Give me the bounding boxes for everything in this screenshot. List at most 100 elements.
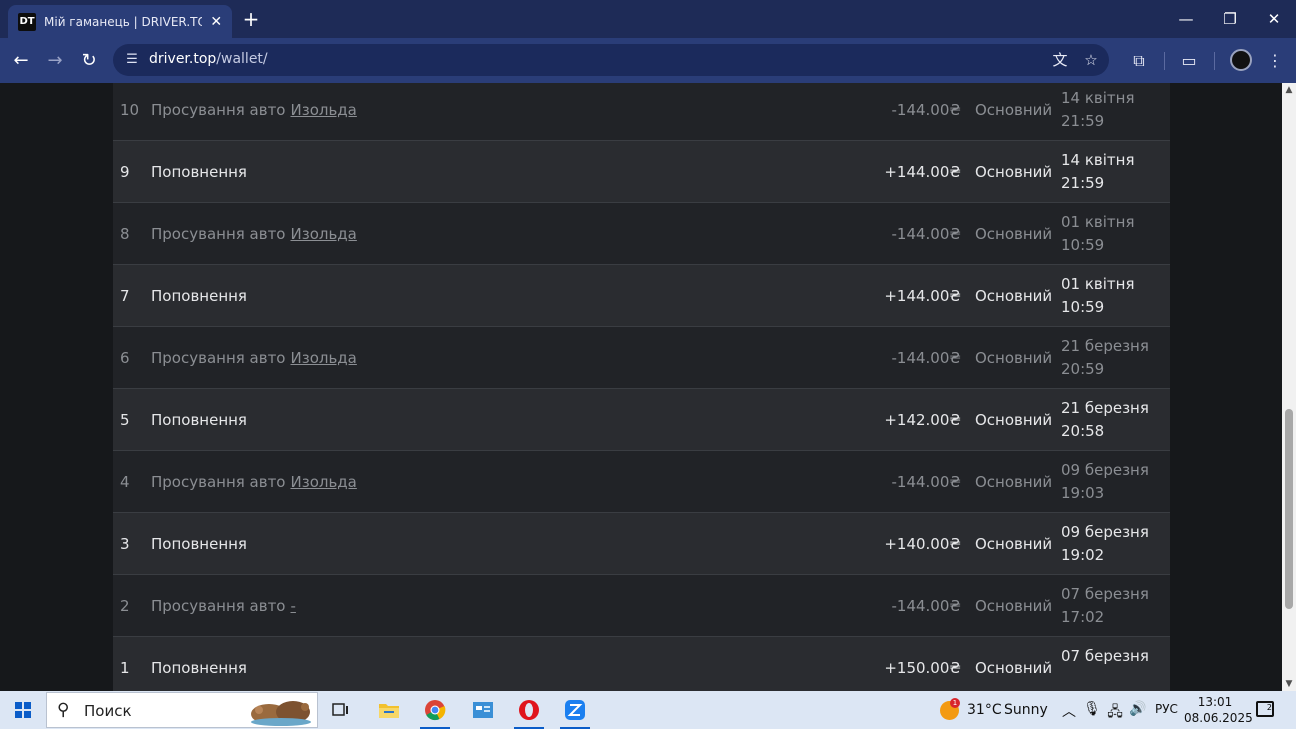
transaction-amount: +144.00₴: [884, 162, 961, 181]
transaction-date: 09 березня 19:02: [1061, 513, 1166, 574]
scroll-down-arrow-icon[interactable]: ▼: [1282, 677, 1296, 691]
transaction-date-time: 10:59: [1061, 298, 1105, 316]
extensions-icon[interactable]: ⧉: [1128, 50, 1150, 72]
windows-logo-icon: [15, 702, 31, 718]
minimize-button[interactable]: —: [1164, 0, 1208, 38]
transaction-date-time: 20:59: [1061, 360, 1105, 378]
transaction-amount: -144.00₴: [891, 348, 961, 367]
transaction-type: Поповнення: [151, 410, 247, 429]
transaction-type: Просування авто: [151, 224, 286, 243]
wallet-page: 07:4410Просування автоИзольда-144.00₴Осн…: [0, 83, 1282, 691]
toolbar-divider: [1214, 52, 1215, 70]
url-text[interactable]: driver.top/wallet/: [149, 51, 268, 67]
transaction-car-link[interactable]: Изольда: [291, 473, 357, 491]
transaction-row: 9 Поповнення +144.00₴ Основний 14 квітня 21:5…: [113, 141, 1170, 203]
forward-button[interactable]: →: [42, 47, 68, 73]
transaction-row: 4 Просування авто Изольда -144.00₴ Основний 0…: [113, 451, 1170, 513]
transaction-amount: -144.00₴: [891, 596, 961, 615]
transaction-description: Поповнення: [151, 141, 711, 202]
task-view-button[interactable]: [318, 691, 364, 729]
transaction-date-time: 10:59: [1061, 236, 1105, 254]
transaction-date-day: 14 квітня: [1061, 151, 1135, 169]
transaction-amount: +140.00₴: [884, 534, 961, 553]
browser-tab-bar: DT Мій гаманець | DRIVER.TOP - У ✕ + — ❐…: [0, 0, 1296, 38]
chrome-button[interactable]: [412, 691, 458, 729]
network-icon[interactable]: 🖧: [1106, 701, 1124, 725]
transaction-date-day: 09 березня: [1061, 523, 1149, 541]
transaction-amount: -144.00₴: [891, 472, 961, 491]
notifications-icon[interactable]: 2: [1256, 701, 1274, 717]
transaction-type: Поповнення: [151, 658, 247, 677]
transaction-type: Просування авто: [151, 472, 286, 491]
toolbar-divider: [1164, 52, 1165, 70]
translate-icon[interactable]: 文: [1050, 50, 1070, 70]
bookmark-star-icon[interactable]: ☆: [1081, 50, 1101, 70]
transaction-number: 9: [120, 162, 130, 181]
weather-text[interactable]: Sunny: [1004, 702, 1048, 718]
scrollbar-thumb[interactable]: [1285, 409, 1293, 609]
transaction-number: 6: [120, 348, 130, 367]
tab-search-icon[interactable]: ▭: [1178, 50, 1200, 72]
taskbar-search-box[interactable]: ⚲ Поиск: [46, 692, 318, 728]
site-info-icon[interactable]: ☰: [123, 51, 141, 69]
transaction-date-time: 17:02: [1061, 608, 1105, 626]
store-app-button[interactable]: [460, 691, 506, 729]
transaction-car-link[interactable]: -: [291, 597, 296, 615]
transaction-description: Поповнення: [151, 389, 711, 450]
start-button[interactable]: [0, 691, 46, 729]
transaction-type: Просування авто: [151, 348, 286, 367]
transaction-number: 1: [120, 658, 130, 677]
clock-time: 13:01: [1197, 695, 1233, 709]
transaction-date: 09 березня 19:03: [1061, 451, 1166, 512]
transaction-account: Основний: [975, 472, 1053, 491]
url-host: driver.top: [149, 51, 217, 67]
input-language[interactable]: РУС: [1155, 702, 1178, 716]
opera-icon: [519, 700, 539, 720]
reload-button[interactable]: ↻: [76, 47, 102, 73]
search-icon: ⚲: [57, 700, 70, 720]
transaction-date-day: 07 березня: [1061, 585, 1149, 603]
clock-date: 08.06.2025: [1184, 711, 1253, 725]
new-tab-button[interactable]: +: [240, 8, 262, 30]
maximize-button[interactable]: ❐: [1208, 0, 1252, 38]
tab-close-icon[interactable]: ✕: [208, 14, 224, 30]
profile-avatar[interactable]: [1230, 49, 1252, 71]
zoom-app-button[interactable]: [552, 691, 598, 729]
windows-taskbar: ⚲ Поиск 1 31°C Sunny ︿ 🎙 🖧 🔊 РУС 13:01 0…: [0, 691, 1296, 729]
file-explorer-button[interactable]: [366, 691, 412, 729]
taskbar-clock[interactable]: 13:01 08.06.2025: [1184, 694, 1253, 726]
transaction-car-link[interactable]: Изольда: [291, 101, 357, 119]
transaction-account: Основний: [975, 410, 1053, 429]
address-bar[interactable]: ☰ driver.top/wallet/ 文 ☆: [113, 44, 1109, 76]
transaction-car-link[interactable]: Изольда: [291, 225, 357, 243]
opera-button[interactable]: [506, 691, 552, 729]
transaction-date-day: 21 березня: [1061, 399, 1149, 417]
back-button[interactable]: ←: [8, 47, 34, 73]
transaction-amount: +150.00₴: [884, 658, 961, 677]
weather-badge: 1: [950, 698, 960, 708]
close-window-button[interactable]: ✕: [1252, 0, 1296, 38]
weather-temp[interactable]: 31°C: [967, 702, 1002, 718]
task-view-icon: [332, 703, 348, 716]
transaction-account: Основний: [975, 348, 1053, 367]
volume-icon[interactable]: 🔊: [1129, 701, 1147, 717]
transaction-row: 5 Поповнення +142.00₴ Основний 21 березня 20:…: [113, 389, 1170, 451]
transaction-row: 7 Поповнення +144.00₴ Основний 01 квітня 10:5…: [113, 265, 1170, 327]
show-hidden-icons-chevron-icon[interactable]: ︿: [1060, 701, 1078, 721]
zoom-app-icon: [565, 700, 585, 720]
microphone-icon[interactable]: 🎙: [1083, 701, 1101, 717]
transaction-date: 07 березня 17:02: [1061, 575, 1166, 636]
transaction-number: 10: [120, 100, 140, 119]
transaction-type: Поповнення: [151, 534, 247, 553]
transaction-date-day: 21 березня: [1061, 337, 1149, 355]
menu-kebab-icon[interactable]: ⋮: [1264, 50, 1286, 72]
page-scrollbar[interactable]: ▲ ▼: [1282, 83, 1296, 691]
browser-tab[interactable]: DT Мій гаманець | DRIVER.TOP - У ✕: [8, 5, 232, 38]
transaction-date: 01 квітня 10:59: [1061, 265, 1166, 326]
transaction-car-link[interactable]: Изольда: [291, 349, 357, 367]
transaction-type: Просування авто: [151, 596, 286, 615]
transaction-row: 2 Просування авто - -144.00₴ Основний 07 бере…: [113, 575, 1170, 637]
transaction-number: 8: [120, 224, 130, 243]
transaction-number: 5: [120, 410, 130, 429]
scroll-up-arrow-icon[interactable]: ▲: [1282, 83, 1296, 97]
